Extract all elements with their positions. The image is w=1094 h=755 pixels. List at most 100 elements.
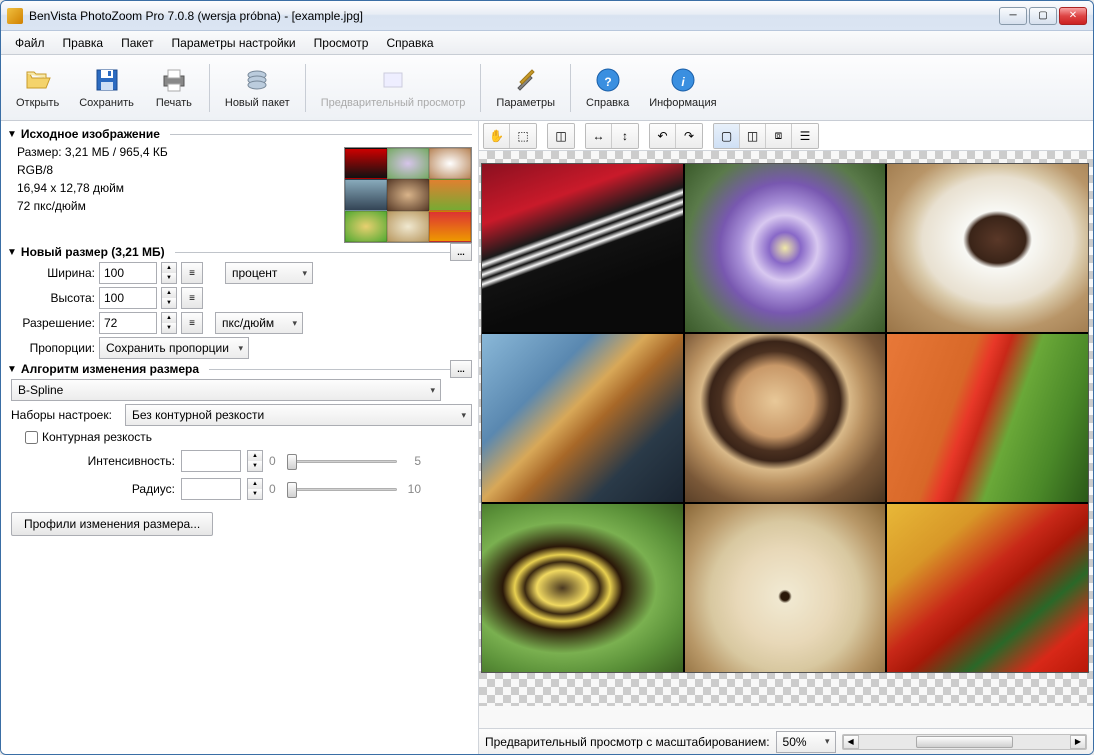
folder-open-icon (24, 66, 52, 94)
scroll-thumb[interactable] (916, 736, 1013, 748)
titlebar[interactable]: BenVista PhotoZoom Pro 7.0.8 (wersja pró… (1, 1, 1093, 31)
floppy-icon (93, 66, 121, 94)
tools-icon (512, 66, 540, 94)
newbatch-button[interactable]: Новый пакет (216, 61, 299, 114)
scroll-left-button[interactable]: ◀ (843, 735, 859, 749)
menu-edit[interactable]: Правка (55, 33, 112, 53)
size-unit-combo[interactable]: процент (225, 262, 313, 284)
algo-header-label: Алгоритм изменения размера (21, 362, 199, 376)
size-unit-value: процент (232, 266, 277, 280)
algo-section-header[interactable]: ▼ Алгоритм изменения размера ... (7, 362, 472, 376)
radius-min: 0 (269, 482, 281, 496)
radius-slider[interactable] (287, 480, 397, 498)
view-stack-button[interactable]: ☰ (792, 124, 818, 148)
open-label: Открыть (16, 97, 59, 109)
algo-more-button[interactable]: ... (450, 360, 472, 378)
view-split-h-button[interactable]: ◫ (740, 124, 766, 148)
view-split-v-button[interactable]: ⧈ (766, 124, 792, 148)
maximize-button[interactable]: ▢ (1029, 7, 1057, 25)
collapse-arrow-icon: ▼ (7, 247, 17, 258)
minimize-button[interactable]: ─ (999, 7, 1027, 25)
zoom-combo[interactable]: 50% (776, 731, 836, 753)
menubar: Файл Правка Пакет Параметры настройки Пр… (1, 31, 1093, 55)
resolution-label: Разрешение: (15, 316, 95, 330)
source-section-header[interactable]: ▼ Исходное изображение (7, 127, 472, 141)
preview-area[interactable] (479, 151, 1093, 728)
intensity-input[interactable] (181, 450, 241, 472)
horizontal-scrollbar[interactable]: ◀ ▶ (842, 734, 1087, 750)
info-label: Информация (649, 97, 716, 109)
radius-input[interactable] (181, 478, 241, 500)
save-button[interactable]: Сохранить (70, 61, 143, 114)
view-toolbar: ✋ ⬚ ◫ ↔ ↕ ↶ ↷ ▢ ◫ ⧈ ☰ (479, 121, 1093, 151)
radius-spinner[interactable]: ▲▼ (247, 478, 263, 500)
newsize-more-button[interactable]: ... (450, 243, 472, 261)
newsize-header-label: Новый размер (3,21 МБ) (21, 245, 165, 259)
flip-vertical-button[interactable]: ↕ (612, 124, 638, 148)
scroll-right-button[interactable]: ▶ (1070, 735, 1086, 749)
newsize-section-header[interactable]: ▼ Новый размер (3,21 МБ) ... (7, 245, 472, 259)
unsharp-checkbox[interactable] (25, 431, 38, 444)
algorithm-combo[interactable]: B-Spline (11, 379, 441, 401)
preview-icon (379, 66, 407, 94)
radius-max: 10 (403, 482, 421, 496)
zoom-value: 50% (783, 735, 807, 749)
height-input[interactable] (99, 287, 157, 309)
source-dims: 16,94 x 12,78 дюйм (17, 181, 344, 195)
intensity-max: 5 (403, 454, 421, 468)
params-label: Параметры (496, 97, 555, 109)
menu-settings[interactable]: Параметры настройки (164, 33, 304, 53)
aspect-label: Пропорции: (15, 341, 95, 355)
resolution-unit-combo[interactable]: пкс/дюйм (215, 312, 303, 334)
app-icon (7, 8, 23, 24)
collapse-arrow-icon: ▼ (7, 129, 17, 140)
menu-view[interactable]: Просмотр (306, 33, 377, 53)
intensity-min: 0 (269, 454, 281, 468)
width-spinner[interactable]: ▲▼ (161, 262, 177, 284)
menu-help[interactable]: Справка (378, 33, 441, 53)
height-spinner[interactable]: ▲▼ (161, 287, 177, 309)
menu-file[interactable]: Файл (7, 33, 53, 53)
intensity-label: Интенсивность: (15, 454, 175, 468)
flip-horizontal-button[interactable]: ↔ (586, 124, 612, 148)
help-button[interactable]: ? Справка (577, 61, 638, 114)
close-button[interactable]: ✕ (1059, 7, 1087, 25)
resolution-spinner[interactable]: ▲▼ (161, 312, 177, 334)
right-panel: ✋ ⬚ ◫ ↔ ↕ ↶ ↷ ▢ ◫ ⧈ ☰ (479, 121, 1093, 754)
crop-tool-button[interactable]: ◫ (548, 124, 574, 148)
intensity-slider[interactable] (287, 452, 397, 470)
resolution-input[interactable] (99, 312, 157, 334)
hand-tool-button[interactable]: ✋ (484, 124, 510, 148)
rotate-left-button[interactable]: ↶ (650, 124, 676, 148)
presets-combo[interactable]: Без контурной резкости (125, 404, 472, 426)
height-lock-button[interactable]: ≡ (181, 287, 203, 309)
params-button[interactable]: Параметры (487, 61, 564, 114)
zoom-label: Предварительный просмотр с масштабирован… (485, 735, 770, 749)
info-icon: i (669, 66, 697, 94)
preview-button[interactable]: Предварительный просмотр (312, 61, 475, 114)
source-thumbnail[interactable] (344, 147, 472, 243)
preview-label: Предварительный просмотр (321, 97, 466, 109)
menu-batch[interactable]: Пакет (113, 33, 161, 53)
source-dpi: 72 пкс/дюйм (17, 199, 344, 213)
rotate-right-button[interactable]: ↷ (676, 124, 702, 148)
svg-text:?: ? (604, 75, 611, 89)
aspect-combo[interactable]: Сохранить пропорции (99, 337, 249, 359)
help-label: Справка (586, 97, 629, 109)
print-button[interactable]: Печать (145, 61, 203, 114)
resize-profiles-button[interactable]: Профили изменения размера... (11, 512, 213, 536)
source-mode: RGB/8 (17, 163, 344, 177)
width-lock-button[interactable]: ≡ (181, 262, 203, 284)
collapse-arrow-icon: ▼ (7, 364, 17, 375)
info-button[interactable]: i Информация (640, 61, 725, 114)
algorithm-value: B-Spline (18, 383, 63, 397)
open-button[interactable]: Открыть (7, 61, 68, 114)
intensity-spinner[interactable]: ▲▼ (247, 450, 263, 472)
width-input[interactable] (99, 262, 157, 284)
presets-value: Без контурной резкости (132, 408, 264, 422)
resolution-lock-button[interactable]: ≡ (181, 312, 203, 334)
source-header-label: Исходное изображение (21, 127, 160, 141)
view-single-button[interactable]: ▢ (714, 124, 740, 148)
help-icon: ? (594, 66, 622, 94)
select-tool-button[interactable]: ⬚ (510, 124, 536, 148)
